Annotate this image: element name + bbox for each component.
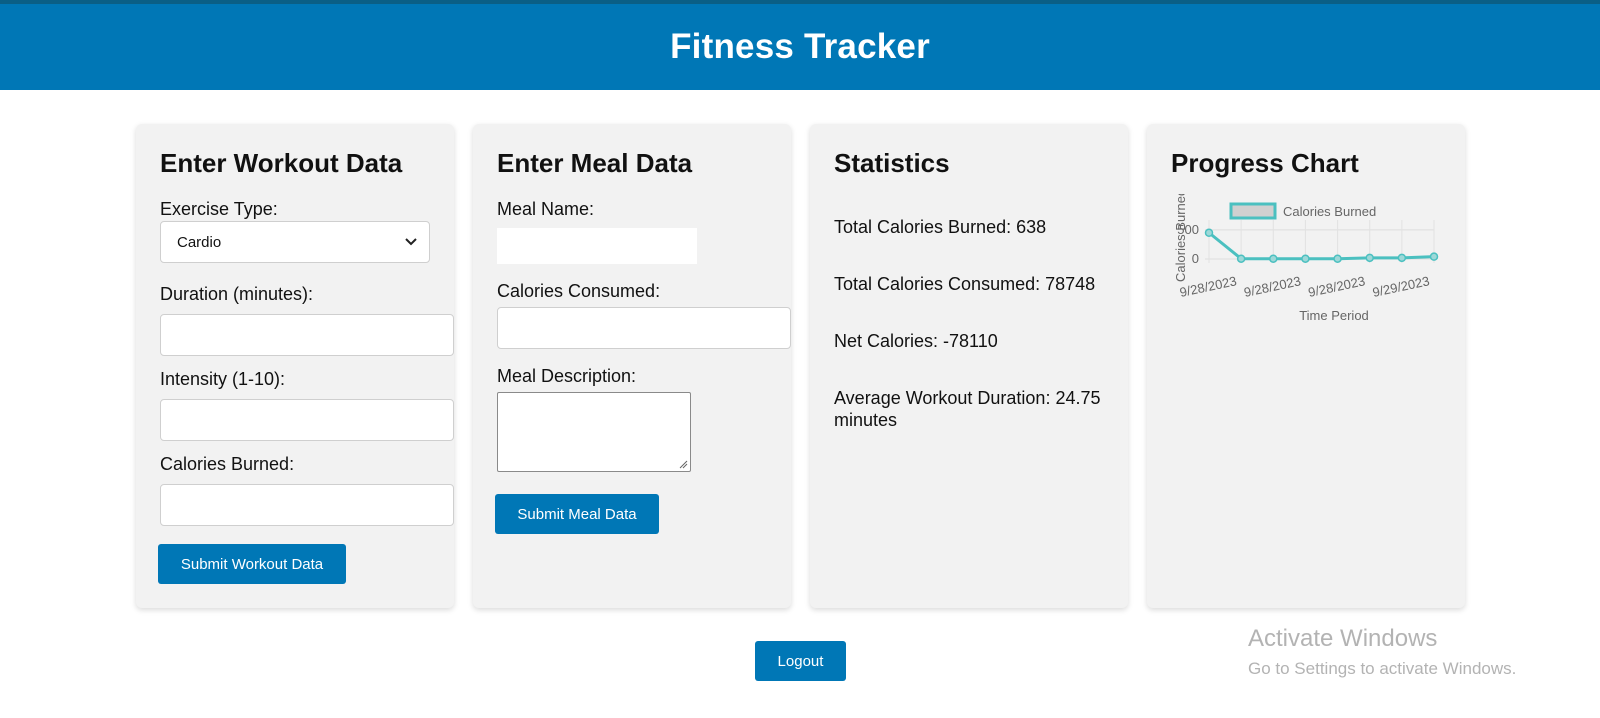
calories-consumed-input[interactable] — [497, 307, 791, 349]
submit-workout-button[interactable]: Submit Workout Data — [158, 544, 346, 584]
app-title: Fitness Tracker — [670, 27, 930, 66]
net-calories: Net Calories: -78110 — [834, 331, 998, 351]
workout-card: Enter Workout Data Exercise Type: Cardio… — [136, 124, 454, 608]
chart-y-tick-label: 0 — [1192, 251, 1199, 266]
chevron-down-icon — [405, 238, 417, 246]
intensity-input[interactable] — [160, 399, 454, 441]
chart-series — [1204, 228, 1439, 263]
duration-input[interactable] — [160, 314, 454, 356]
chart-data-point — [1301, 254, 1310, 263]
exercise-type-label: Exercise Type: — [160, 199, 278, 219]
meal-name-label: Meal Name: — [497, 199, 595, 219]
legend-swatch — [1229, 202, 1277, 220]
calories-burned-input[interactable] — [160, 484, 454, 526]
resize-handle-icon[interactable] — [679, 460, 688, 469]
chart-x-ticks: 9/28/2023 9/28/2023 9/28/2023 9/29/2023 — [1178, 273, 1431, 300]
chart-data-point — [1204, 228, 1214, 237]
meal-name-input[interactable] — [497, 228, 697, 264]
workout-card-title: Enter Workout Data — [160, 148, 403, 178]
intensity-label: Intensity (1-10): — [160, 369, 286, 389]
duration-label: Duration (minutes): — [160, 284, 314, 304]
meal-description-label: Meal Description: — [497, 366, 637, 386]
total-calories-burned: Total Calories Burned: 638 — [834, 217, 1047, 237]
legend-label: Calories Burned — [1283, 204, 1376, 219]
chart-x-axis-label: Time Period — [1299, 308, 1369, 323]
progress-chart-card: Progress Chart Calories Burned 500 0 9/28… — [1147, 124, 1465, 608]
activate-windows-subtitle: Go to Settings to activate Windows. — [1248, 659, 1517, 678]
chart-data-point — [1365, 253, 1374, 263]
total-calories-consumed: Total Calories Consumed: 78748 — [834, 274, 1096, 294]
app-header: Fitness Tracker — [0, 4, 1600, 90]
logout-button[interactable]: Logout — [755, 641, 846, 681]
chart-legend: Calories Burned — [1229, 202, 1376, 220]
chart-data-point — [1397, 253, 1407, 263]
statistics-card: Statistics Total Calories Burned: 638 To… — [810, 124, 1128, 608]
chart-y-axis-label: Calories Burned — [1173, 194, 1188, 282]
progress-chart-title: Progress Chart — [1171, 148, 1359, 178]
progress-chart: Calories Burned 5000 9/28/2023 9/28/2023 9… — [1173, 194, 1439, 323]
chart-x-tick-label: 9/29/2023 — [1371, 273, 1431, 300]
calories-consumed-label: Calories Consumed: — [497, 281, 661, 301]
statistics-card-title: Statistics — [834, 148, 950, 178]
chart-data-point — [1333, 254, 1342, 263]
meal-card-title: Enter Meal Data — [497, 148, 693, 178]
chart-data-point — [1236, 254, 1246, 263]
chart-x-tick-label: 9/28/2023 — [1307, 273, 1367, 300]
calories-burned-label: Calories Burned: — [160, 454, 295, 474]
meal-card: Enter Meal Data Meal Name: Calories Cons… — [473, 124, 791, 608]
chart-x-tick-label: 9/28/2023 — [1243, 273, 1303, 300]
submit-meal-button[interactable]: Submit Meal Data — [495, 494, 659, 534]
average-workout-duration: Average Workout Duration: 24.75 minutes — [834, 388, 1101, 430]
chart-data-point — [1269, 254, 1278, 263]
chart-data-point — [1429, 252, 1439, 261]
activate-windows-title: Activate Windows — [1248, 625, 1438, 652]
exercise-type-select[interactable]: Cardio — [160, 221, 430, 263]
exercise-type-value: Cardio — [177, 233, 222, 251]
meal-description-textarea[interactable] — [497, 392, 691, 472]
